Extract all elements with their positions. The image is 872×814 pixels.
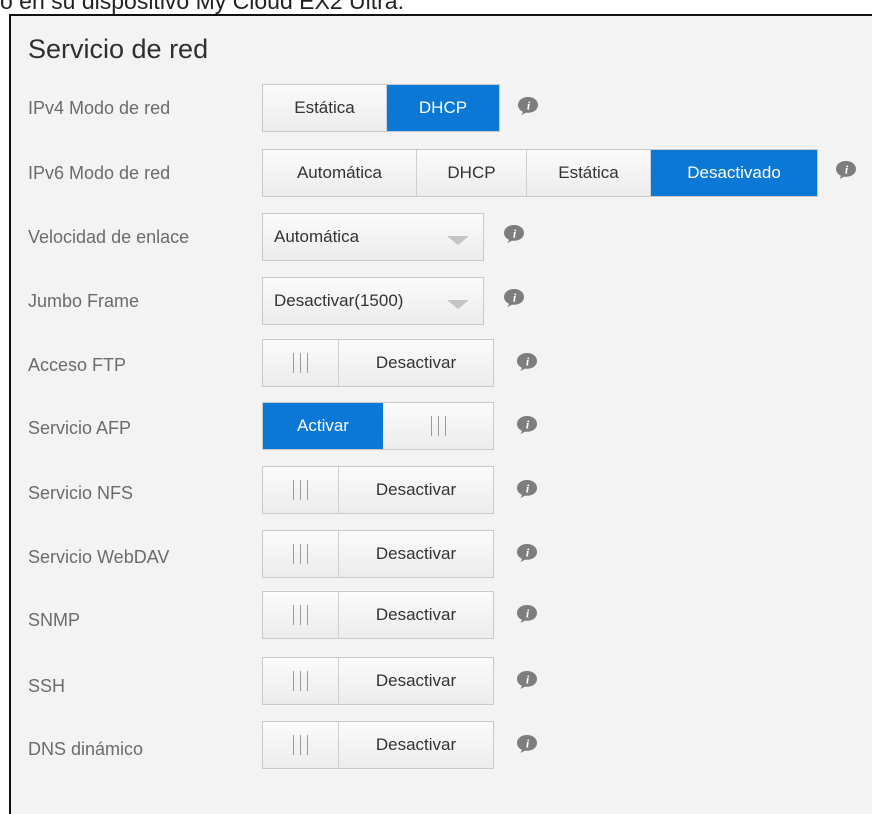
ipv4-option-dhcp[interactable]: DHCP — [387, 85, 499, 131]
ssh-toggle[interactable]: Desactivar — [262, 657, 494, 705]
chevron-down-icon — [447, 236, 469, 245]
info-icon[interactable]: i — [517, 96, 539, 116]
top-caption: o en su dispositivo My Cloud EX2 Ultra. — [0, 0, 404, 14]
toggle-state: Desactivar — [375, 353, 457, 372]
info-icon[interactable]: i — [503, 288, 525, 308]
jumbo-frame-label: Jumbo Frame — [28, 291, 140, 311]
nfs-service-toggle[interactable]: Desactivar — [262, 466, 494, 514]
toggle-state: Desactivar — [375, 671, 457, 690]
link-speed-label: Velocidad de enlace — [28, 227, 190, 247]
ipv6-option-static[interactable]: Estática — [527, 150, 651, 196]
link-speed-value: Automática — [274, 227, 360, 246]
ipv6-option-automatic[interactable]: Automática — [263, 150, 417, 196]
toggle-state: Desactivar — [375, 544, 457, 563]
webdav-service-label: Servicio WebDAV — [28, 547, 170, 567]
snmp-label: SNMP — [28, 610, 81, 630]
snmp-toggle[interactable]: Desactivar — [262, 591, 494, 639]
ftp-access-toggle[interactable]: Desactivar — [262, 339, 494, 387]
dynamic-dns-toggle[interactable]: Desactivar — [262, 721, 494, 769]
toggle-state: Desactivar — [375, 605, 457, 624]
info-icon[interactable]: i — [516, 352, 538, 372]
section-title: Servicio de red — [28, 34, 209, 64]
ipv6-option-disabled[interactable]: Desactivado — [651, 150, 817, 196]
ipv4-label: IPv4 Modo de red — [28, 98, 171, 118]
toggle-grip — [263, 722, 339, 768]
afp-service-toggle[interactable]: Activar — [262, 402, 494, 450]
nfs-service-label: Servicio NFS — [28, 483, 134, 503]
toggle-grip — [263, 340, 339, 386]
toggle-grip — [263, 658, 339, 704]
info-icon[interactable]: i — [516, 604, 538, 624]
info-icon[interactable]: i — [516, 670, 538, 690]
afp-service-label: Servicio AFP — [28, 418, 132, 438]
ipv6-option-dhcp[interactable]: DHCP — [417, 150, 527, 196]
toggle-grip — [263, 467, 339, 513]
chevron-down-icon — [447, 300, 469, 309]
toggle-state: Activar — [263, 403, 383, 449]
ftp-access-label: Acceso FTP — [28, 355, 127, 375]
info-icon[interactable]: i — [516, 479, 538, 499]
ipv4-mode-selector: Estática DHCP — [262, 84, 500, 132]
toggle-grip — [383, 403, 493, 449]
toggle-state: Desactivar — [375, 480, 457, 499]
toggle-grip — [263, 531, 339, 577]
ipv4-option-static[interactable]: Estática — [263, 85, 387, 131]
info-icon[interactable]: i — [516, 415, 538, 435]
info-icon[interactable]: i — [503, 224, 525, 244]
network-services-panel: Servicio de red IPv4 Modo de red Estátic… — [9, 14, 872, 814]
dynamic-dns-label: DNS dinámico — [28, 739, 144, 759]
ipv6-mode-selector: Automática DHCP Estática Desactivado — [262, 149, 818, 197]
ssh-label: SSH — [28, 676, 66, 696]
link-speed-select[interactable]: Automática — [262, 213, 484, 261]
ipv6-label: IPv6 Modo de red — [28, 163, 171, 183]
info-icon[interactable]: i — [516, 543, 538, 563]
info-icon[interactable]: i — [516, 734, 538, 754]
toggle-grip — [263, 592, 339, 638]
info-icon[interactable]: i — [835, 160, 857, 180]
jumbo-frame-select[interactable]: Desactivar(1500) — [262, 277, 484, 325]
webdav-service-toggle[interactable]: Desactivar — [262, 530, 494, 578]
jumbo-frame-value: Desactivar(1500) — [274, 291, 404, 310]
toggle-state: Desactivar — [375, 735, 457, 754]
